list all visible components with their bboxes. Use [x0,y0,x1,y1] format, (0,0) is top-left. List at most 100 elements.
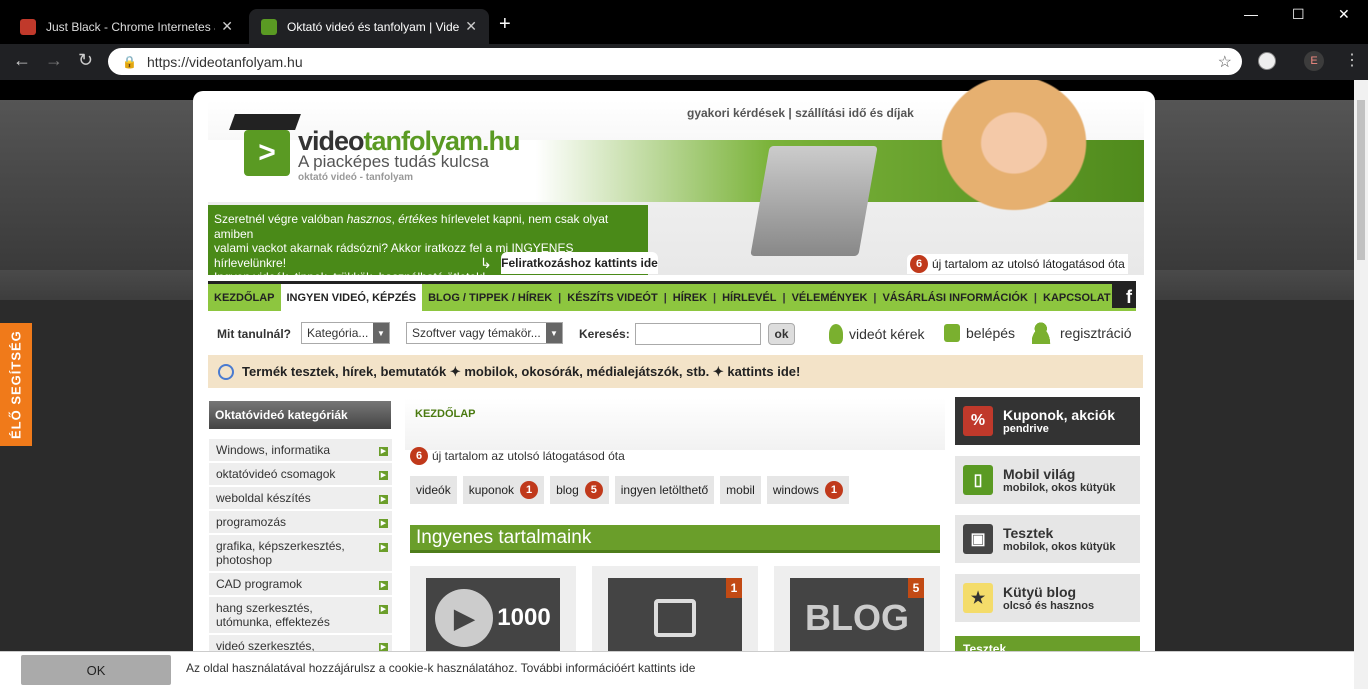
logo-play-icon[interactable]: > [244,130,290,176]
login-label: belépés [966,325,1016,341]
facebook-icon[interactable]: f [1112,284,1136,308]
category-item[interactable]: Windows, informatika ▶ [209,439,392,463]
box-title: Kuponok, akciók [1003,407,1116,423]
add-user-icon [1032,322,1054,344]
image-icon: ▣ [963,524,993,554]
sub-slogan: oktató videó - tanfolyam [298,172,414,183]
lock-icon [944,324,960,342]
arrow-right-icon: ▶ [379,495,388,504]
last-visit-notice[interactable]: 6 új tartalom az utolsó látogatásod óta [410,447,625,465]
category-item[interactable]: CAD programok ▶ [209,573,392,597]
scrollbar-thumb[interactable] [1357,100,1365,260]
tab-title: Oktató videó és tanfolyam | Vide [287,19,460,34]
login-link[interactable]: belépés [944,324,1015,342]
tag-windows[interactable]: windows 1 [766,476,849,504]
coupons-box[interactable]: % Kuponok, akciók pendrive [955,397,1140,445]
nav-vasarlasi-info[interactable]: VÁSÁRLÁSI INFORMÁCIÓK [876,292,1033,304]
main-nav: KEZDŐLAP INGYEN VIDEÓ, KÉPZÉS BLOG / TIP… [208,281,1136,311]
promo-banner[interactable]: Termék tesztek, hírek, bemutatók ✦ mobil… [208,355,1143,388]
breadcrumb[interactable]: KEZDŐLAP [405,398,945,450]
live-help-tab[interactable]: ÉLŐ SEGÍTSÉG [0,323,32,446]
box-title: Mobil világ [1003,466,1076,482]
card-count-badge: 5 [908,578,924,598]
category-item[interactable]: weboldal készítés ▶ [209,487,392,511]
graduation-cap-icon [229,114,301,130]
bookmark-star-icon[interactable]: ☆ [1218,52,1232,72]
learn-label: Mit tanulnál? [217,327,291,341]
reload-icon[interactable]: ↻ [78,50,93,71]
nav-velemenyek[interactable]: VÉLEMÉNYEK [786,292,874,304]
category-item[interactable]: grafika, képszerkesztés, photoshop ▶ [209,535,392,573]
search-input[interactable] [635,323,761,345]
nav-ingyen-video[interactable]: INGYEN VIDEÓ, KÉPZÉS [280,284,423,311]
tag-kuponok[interactable]: kuponok 1 [462,476,545,504]
nl-text: Szeretnél végre valóban [214,212,347,226]
tests-box[interactable]: ▣ Tesztek mobilok, okos kütyük [955,515,1140,563]
promo-text: Termék tesztek, hírek, bemutatók ✦ mobil… [242,363,801,379]
nl-emph: hasznos [346,212,392,226]
maximize-icon[interactable]: ☐ [1292,6,1305,23]
coupons-card[interactable]: 1 [592,566,758,658]
arrow-icon: ↳ [480,255,492,271]
category-item[interactable]: hang szerkesztés, utómunka, effektezés ▶ [209,597,392,635]
tag-ingyen-letoltheto[interactable]: ingyen letölthető [614,476,715,504]
chevron-down-icon: ▼ [546,323,562,343]
request-video-link[interactable]: videót kérek [829,324,924,344]
category-select[interactable]: Kategória... ▼ [301,322,390,344]
cookie-ok-button[interactable]: OK [21,655,171,685]
count-badge: 1 [520,481,539,499]
browser-tab-just-black[interactable]: Just Black - Chrome Internetes ár ✕ [8,9,245,44]
tag-mobil[interactable]: mobil [720,476,761,504]
box-title: Tesztek [1003,525,1054,541]
videos-count: 1000 [497,604,551,631]
search-ok-button[interactable]: ok [768,323,795,345]
category-label: Windows, informatika [216,443,331,457]
browser-menu-icon[interactable]: ⋮ [1344,50,1360,70]
nav-hirlevel[interactable]: HÍRLEVÉL [716,292,782,304]
category-item[interactable]: programozás ▶ [209,511,392,535]
count-badge: 5 [584,481,603,499]
new-content-notice[interactable]: 6 új tartalom az utolsó látogatásod óta [907,254,1128,274]
mobile-phone-icon: ▯ [963,465,993,495]
extension-icon[interactable] [1258,52,1276,70]
gadget-blog-box[interactable]: ★ Kütyü blog olcsó és hasznos [955,574,1140,622]
new-tab-button[interactable]: + [499,13,511,36]
blog-card[interactable]: BLOG 5 [774,566,940,658]
tag-label: kuponok [468,483,515,497]
blog-tile: BLOG [790,578,924,658]
scrollbar[interactable] [1354,80,1368,689]
profile-avatar[interactable]: E [1304,51,1324,71]
category-label: programozás [216,515,287,529]
box-title: Kütyü blog [1003,584,1077,600]
nav-blog[interactable]: BLOG / TIPPEK / HÍREK [422,292,558,304]
subscribe-button[interactable]: Feliratkozáshoz kattints ide [501,252,658,274]
box-subtitle: pendrive [1003,423,1049,435]
tag-videok[interactable]: videók [410,476,457,504]
cookie-text[interactable]: Az oldal használatával hozzájárulsz a co… [186,661,695,675]
close-tab-icon[interactable]: ✕ [465,18,477,35]
coupons-tile [608,578,742,658]
address-bar[interactable]: 🔒 https://videotanfolyam.hu ☆ [108,48,1242,75]
register-label: regisztráció [1060,325,1132,341]
back-icon[interactable]: ← [13,50,31,71]
close-window-icon[interactable]: ✕ [1338,6,1350,23]
forward-icon[interactable]: → [45,50,63,71]
top-links[interactable]: gyakori kérdések | szállítási idő és díj… [687,106,914,120]
category-item[interactable]: oktatóvideó csomagok ▶ [209,463,392,487]
nav-kezdolap[interactable]: KEZDŐLAP [208,292,281,304]
free-videos-card[interactable]: ▶ 1000 [410,566,576,658]
close-tab-icon[interactable]: ✕ [221,18,233,35]
browser-tab-videotanfolyam[interactable]: Oktató videó és tanfolyam | Vide ✕ [249,9,489,44]
topic-select[interactable]: Szoftver vagy témakör... ▼ [406,322,563,344]
nav-kapcsolat[interactable]: KAPCSOLAT [1037,292,1117,304]
tab-title: Just Black - Chrome Internetes ár [46,19,216,34]
register-link[interactable]: regisztráció [1032,322,1132,344]
new-count-badge: 6 [910,255,928,273]
nav-hirek[interactable]: HÍREK [667,292,713,304]
request-label: videót kérek [849,326,925,342]
tag-blog[interactable]: blog 5 [550,476,609,504]
nav-keszits-videot[interactable]: KÉSZÍTS VIDEÓT [561,292,663,304]
category-list: Windows, informatika ▶ oktatóvideó csomag… [209,439,392,659]
minimize-icon[interactable]: — [1244,6,1258,22]
mobile-world-box[interactable]: ▯ Mobil világ mobilok, okos kütyük [955,456,1140,504]
